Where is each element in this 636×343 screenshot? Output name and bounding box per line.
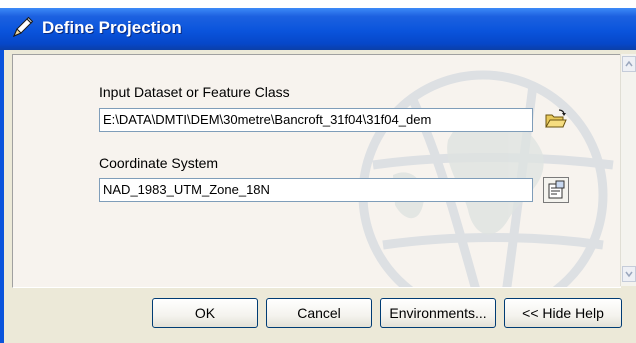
browse-button[interactable] xyxy=(543,107,569,133)
cancel-button[interactable]: Cancel xyxy=(266,298,372,328)
globe-watermark xyxy=(358,70,614,287)
input-dataset-label: Input Dataset or Feature Class xyxy=(99,84,290,100)
title-bar[interactable]: Define Projection xyxy=(0,8,636,50)
chevron-up-icon xyxy=(625,60,633,67)
pencil-icon xyxy=(13,16,34,37)
coordinate-system-label: Coordinate System xyxy=(99,155,219,171)
properties-icon xyxy=(548,180,565,199)
define-projection-dialog: Define Projection Input Dataset or Featu… xyxy=(0,0,636,343)
hide-help-button[interactable]: << Hide Help xyxy=(504,298,622,328)
open-folder-icon xyxy=(545,109,567,128)
coordinate-system-field[interactable]: NAD_1983_UTM_Zone_18N xyxy=(99,178,533,202)
parameters-panel: Input Dataset or Feature Class E:\DATA\D… xyxy=(12,54,621,288)
environments-button[interactable]: Environments... xyxy=(380,298,496,328)
input-dataset-field[interactable]: E:\DATA\DMTI\DEM\30metre\Bancroft_31f04\… xyxy=(99,108,533,132)
help-scrollbar[interactable] xyxy=(620,54,636,286)
scroll-down-button[interactable] xyxy=(622,266,636,282)
chevron-down-icon xyxy=(625,271,633,278)
coordinate-properties-button[interactable] xyxy=(543,177,569,203)
dialog-title: Define Projection xyxy=(42,18,182,37)
scroll-up-button[interactable] xyxy=(622,56,636,72)
ok-button[interactable]: OK xyxy=(152,298,258,328)
window-left-border xyxy=(0,50,4,343)
